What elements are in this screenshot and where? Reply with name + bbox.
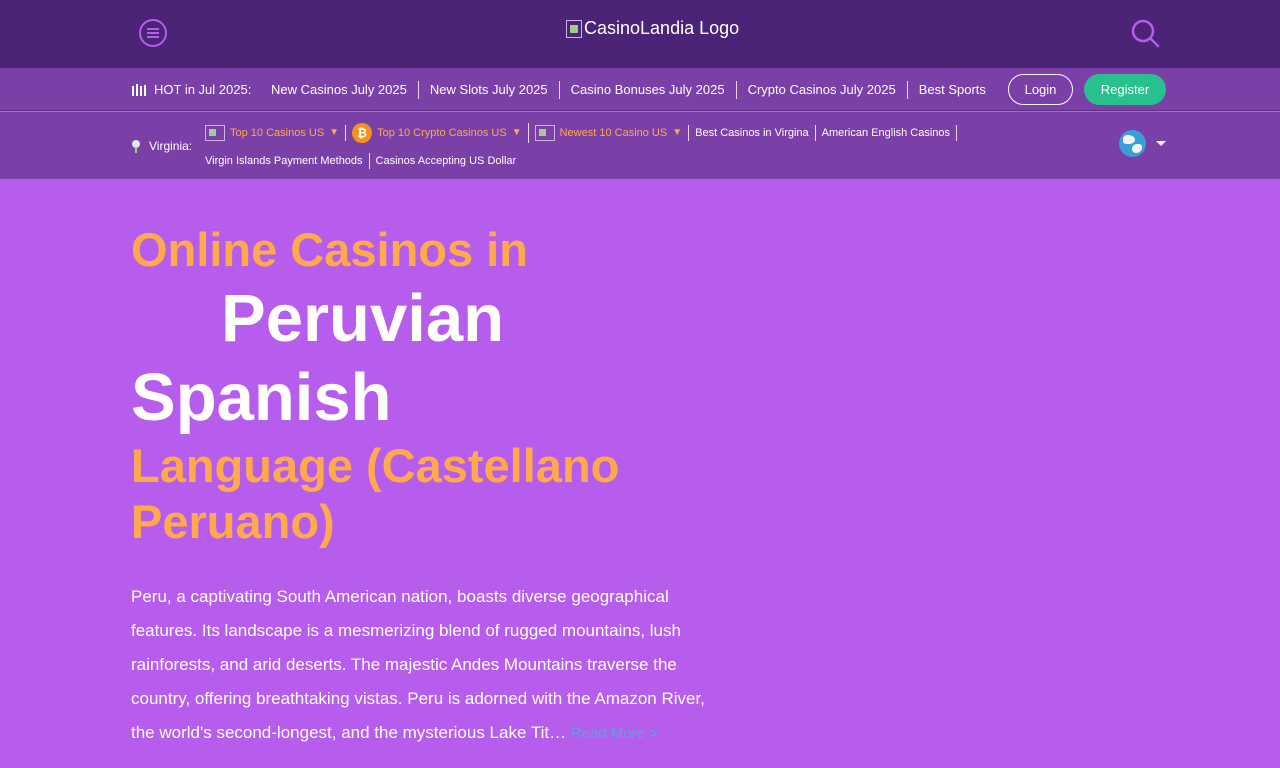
hero-title-line5: Peruano) [131, 495, 335, 548]
region-links: Top 10 Casinos US ▼ ₿ Top 10 Crypto Casi… [205, 122, 1005, 172]
bitcoin-icon: ₿ [352, 123, 373, 143]
top-header: CasinoLandia Logo [0, 0, 1280, 68]
flag-image-icon [205, 125, 225, 141]
region-link-label: Top 10 Casinos US [230, 127, 325, 139]
hero-title-line2: Peruvian [221, 281, 505, 356]
hero-description: Peru, a captivating South American natio… [131, 580, 721, 751]
region-link-label: Top 10 Crypto Casinos US [377, 127, 507, 139]
hot-links: New Casinos July 2025 New Slots July 202… [260, 81, 988, 99]
region-link-label: Newest 10 Casino US [559, 127, 668, 139]
flag-image-icon [534, 125, 555, 141]
hot-link-crypto-casinos[interactable]: Crypto Casinos July 2025 [737, 81, 908, 99]
hot-link-new-slots[interactable]: New Slots July 2025 [419, 81, 560, 99]
region-link-top10-crypto[interactable]: ₿ Top 10 Crypto Casinos US ▼ [352, 123, 529, 143]
read-more-link[interactable]: Read More > [571, 725, 658, 742]
language-selector[interactable] [1119, 130, 1166, 157]
logo-alt-text: CasinoLandia Logo [584, 18, 740, 38]
region-link-best-casinos-virgina[interactable]: Best Casinos in Virgina [695, 125, 816, 141]
register-button[interactable]: Register [1084, 74, 1166, 105]
hot-link-casino-bonuses[interactable]: Casino Bonuses July 2025 [560, 81, 737, 99]
chevron-down-icon: ▼ [672, 127, 683, 138]
region-link-us-dollar[interactable]: Casinos Accepting US Dollar [376, 153, 523, 169]
hero-description-text: Peru, a captivating South American natio… [131, 587, 705, 742]
menu-icon[interactable] [139, 19, 167, 47]
region-label: Virginia: [131, 139, 192, 153]
fire-icon [132, 83, 146, 96]
hot-bar: HOT in Jul 2025: New Casinos July 2025 N… [0, 68, 1280, 111]
chevron-down-icon: ▼ [511, 127, 522, 138]
region-link-american-english[interactable]: American English Casinos [822, 125, 958, 141]
hot-link-best-sports[interactable]: Best Sports B [908, 81, 988, 99]
region-label-text: Virginia: [149, 139, 193, 153]
hot-link-new-casinos[interactable]: New Casinos July 2025 [260, 81, 419, 99]
broken-image-icon [566, 19, 582, 38]
location-pin-icon [132, 140, 140, 153]
search-icon[interactable] [1128, 16, 1162, 50]
region-link-top10-casinos[interactable]: Top 10 Casinos US ▼ [205, 125, 347, 141]
login-button[interactable]: Login [1008, 74, 1073, 105]
globe-icon [1119, 130, 1146, 157]
chevron-down-icon [1156, 141, 1166, 146]
hot-label-text: HOT in Jul 2025: [154, 82, 252, 97]
region-nav: Virginia: Top 10 Casinos US ▼ ₿ Top 10 C… [0, 112, 1280, 179]
hero-title-line4: Language (Castellano [131, 439, 620, 492]
hero-title-line3: Spanish [131, 360, 392, 435]
region-link-newest-casinos[interactable]: Newest 10 Casino US ▼ [534, 125, 690, 141]
chevron-down-icon: ▼ [329, 127, 340, 138]
hero-title-line1: Online Casinos in [131, 223, 528, 276]
site-logo[interactable]: CasinoLandia Logo [566, 18, 739, 39]
hero-title: Online Casinos in Peruvian Spanish Langu… [131, 222, 731, 550]
hot-label: HOT in Jul 2025: [131, 82, 251, 97]
region-link-virgin-islands-payments[interactable]: Virgin Islands Payment Methods [205, 153, 370, 169]
